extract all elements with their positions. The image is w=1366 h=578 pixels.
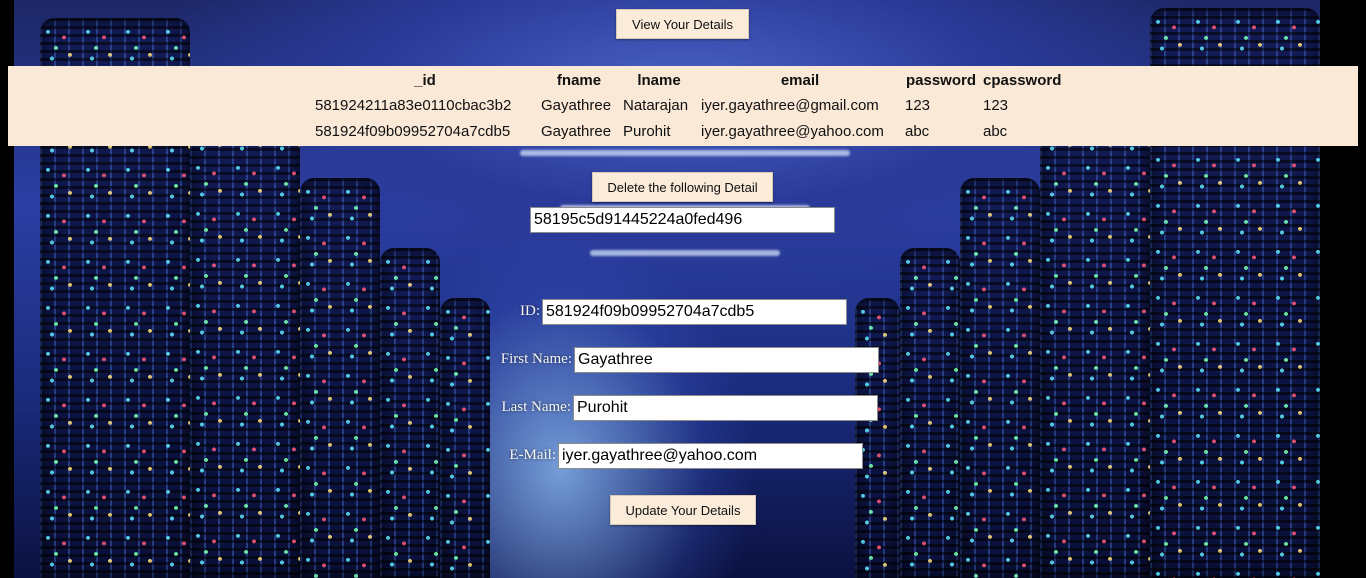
column-header-lname: lname <box>637 71 681 89</box>
table-cell-lname: Natarajan <box>623 96 689 114</box>
id-field[interactable] <box>542 299 847 325</box>
column-header-fname: fname <box>556 71 602 89</box>
server-rack <box>190 108 300 578</box>
column-header-email: email <box>780 71 820 89</box>
ceiling-light <box>520 150 850 156</box>
table-cell-email: iyer.gayathree@gmail.com <box>701 96 879 114</box>
last-name-field[interactable] <box>573 395 878 421</box>
server-rack <box>380 248 440 578</box>
details-table: _id fname lname email password cpassword… <box>311 68 1065 144</box>
column-header-password: password <box>905 71 977 89</box>
ceiling-light <box>590 250 780 256</box>
table-cell-cpassword: 123 <box>983 96 1009 114</box>
table-cell-email: iyer.gayathree@yahoo.com <box>701 122 884 140</box>
table-header-row: _id fname lname email password cpassword <box>313 68 1063 92</box>
update-details-button[interactable]: Update Your Details <box>610 495 756 525</box>
table-row: 581924f09b09952704a7cdb5 Gayathree Puroh… <box>313 118 1063 144</box>
column-header-id: _id <box>414 71 436 89</box>
server-rack <box>300 178 380 578</box>
email-label: E-Mail: <box>509 447 556 463</box>
table-cell-fname: Gayathree <box>541 122 612 140</box>
view-details-button[interactable]: View Your Details <box>616 9 749 39</box>
table-cell-id: 581924f09b09952704a7cdb5 <box>315 122 511 140</box>
first-name-field[interactable] <box>574 347 879 373</box>
delete-detail-button[interactable]: Delete the following Detail <box>592 172 773 202</box>
server-rack <box>440 298 490 578</box>
server-rack <box>960 178 1040 578</box>
server-rack <box>900 248 960 578</box>
server-rack <box>1040 108 1150 578</box>
column-header-cpassword: cpassword <box>983 71 1062 89</box>
delete-id-input[interactable] <box>530 207 835 233</box>
last-name-label: Last Name: <box>501 399 571 415</box>
first-name-label: First Name: <box>500 351 572 367</box>
email-field[interactable] <box>558 443 863 469</box>
id-label: ID: <box>520 303 540 319</box>
table-cell-lname: Purohit <box>623 122 671 140</box>
table-cell-password: abc <box>905 122 930 140</box>
table-cell-password: 123 <box>905 96 931 114</box>
table-cell-id: 581924211a83e0110cbac3b2 <box>315 96 512 114</box>
table-cell-fname: Gayathree <box>541 96 612 114</box>
server-rack <box>855 298 900 578</box>
table-row: 581924211a83e0110cbac3b2 Gayathree Natar… <box>313 92 1063 118</box>
table-cell-cpassword: abc <box>983 122 1008 140</box>
